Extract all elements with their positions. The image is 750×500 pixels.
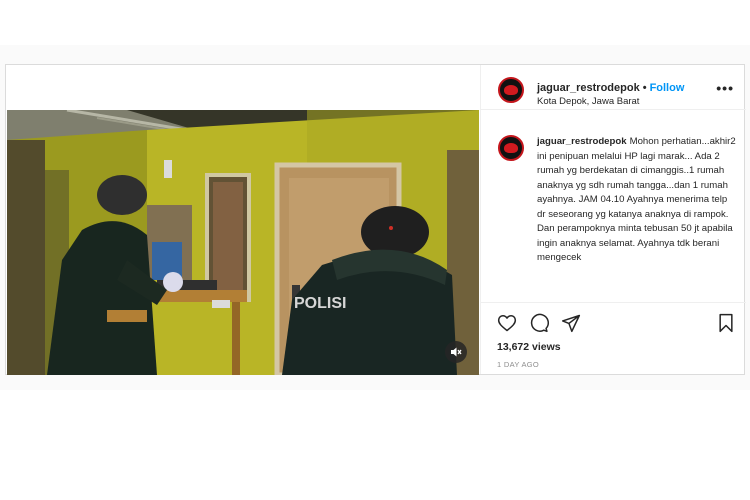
heart-icon[interactable] xyxy=(497,313,517,338)
post-timestamp[interactable]: 1 DAY AGO xyxy=(497,360,539,369)
avatar[interactable] xyxy=(498,77,524,103)
caption-avatar[interactable] xyxy=(498,135,524,161)
video-frame: POLISI xyxy=(7,110,479,375)
header-user-line: jaguar_restrodepok • Follow xyxy=(537,82,684,94)
top-band xyxy=(0,0,750,45)
caption-area: jaguar_restrodepok Mohon perhatian...akhi… xyxy=(481,111,746,303)
more-options-icon[interactable]: ••• xyxy=(716,81,734,95)
caption-text: Mohon perhatian...akhir2 ini penipuan me… xyxy=(537,136,736,263)
post-video[interactable]: POLISI xyxy=(7,110,479,375)
paper-plane-icon[interactable] xyxy=(561,313,581,338)
follow-button[interactable]: Follow xyxy=(650,82,685,94)
speaker-muted-icon[interactable] xyxy=(445,341,467,363)
bookmark-icon[interactable] xyxy=(717,313,735,338)
header-username[interactable]: jaguar_restrodepok xyxy=(537,82,640,94)
location-link[interactable]: Kota Depok, Jawa Barat xyxy=(537,96,639,107)
header-separator: • xyxy=(642,82,647,94)
action-bar xyxy=(481,307,746,337)
caption: jaguar_restrodepok Mohon perhatian...akhi… xyxy=(537,135,737,266)
comment-bubble-icon[interactable] xyxy=(529,313,549,338)
caption-username[interactable]: jaguar_restrodepok xyxy=(537,136,627,147)
views-count[interactable]: 13,672 views xyxy=(497,341,561,353)
instagram-post: POLISI jaguar_restrodepok • Follow Kota De… xyxy=(5,64,746,375)
post-sidebar: jaguar_restrodepok • Follow Kota Depok, Ja… xyxy=(480,65,746,374)
post-header: jaguar_restrodepok • Follow Kota Depok, Ja… xyxy=(481,65,746,110)
